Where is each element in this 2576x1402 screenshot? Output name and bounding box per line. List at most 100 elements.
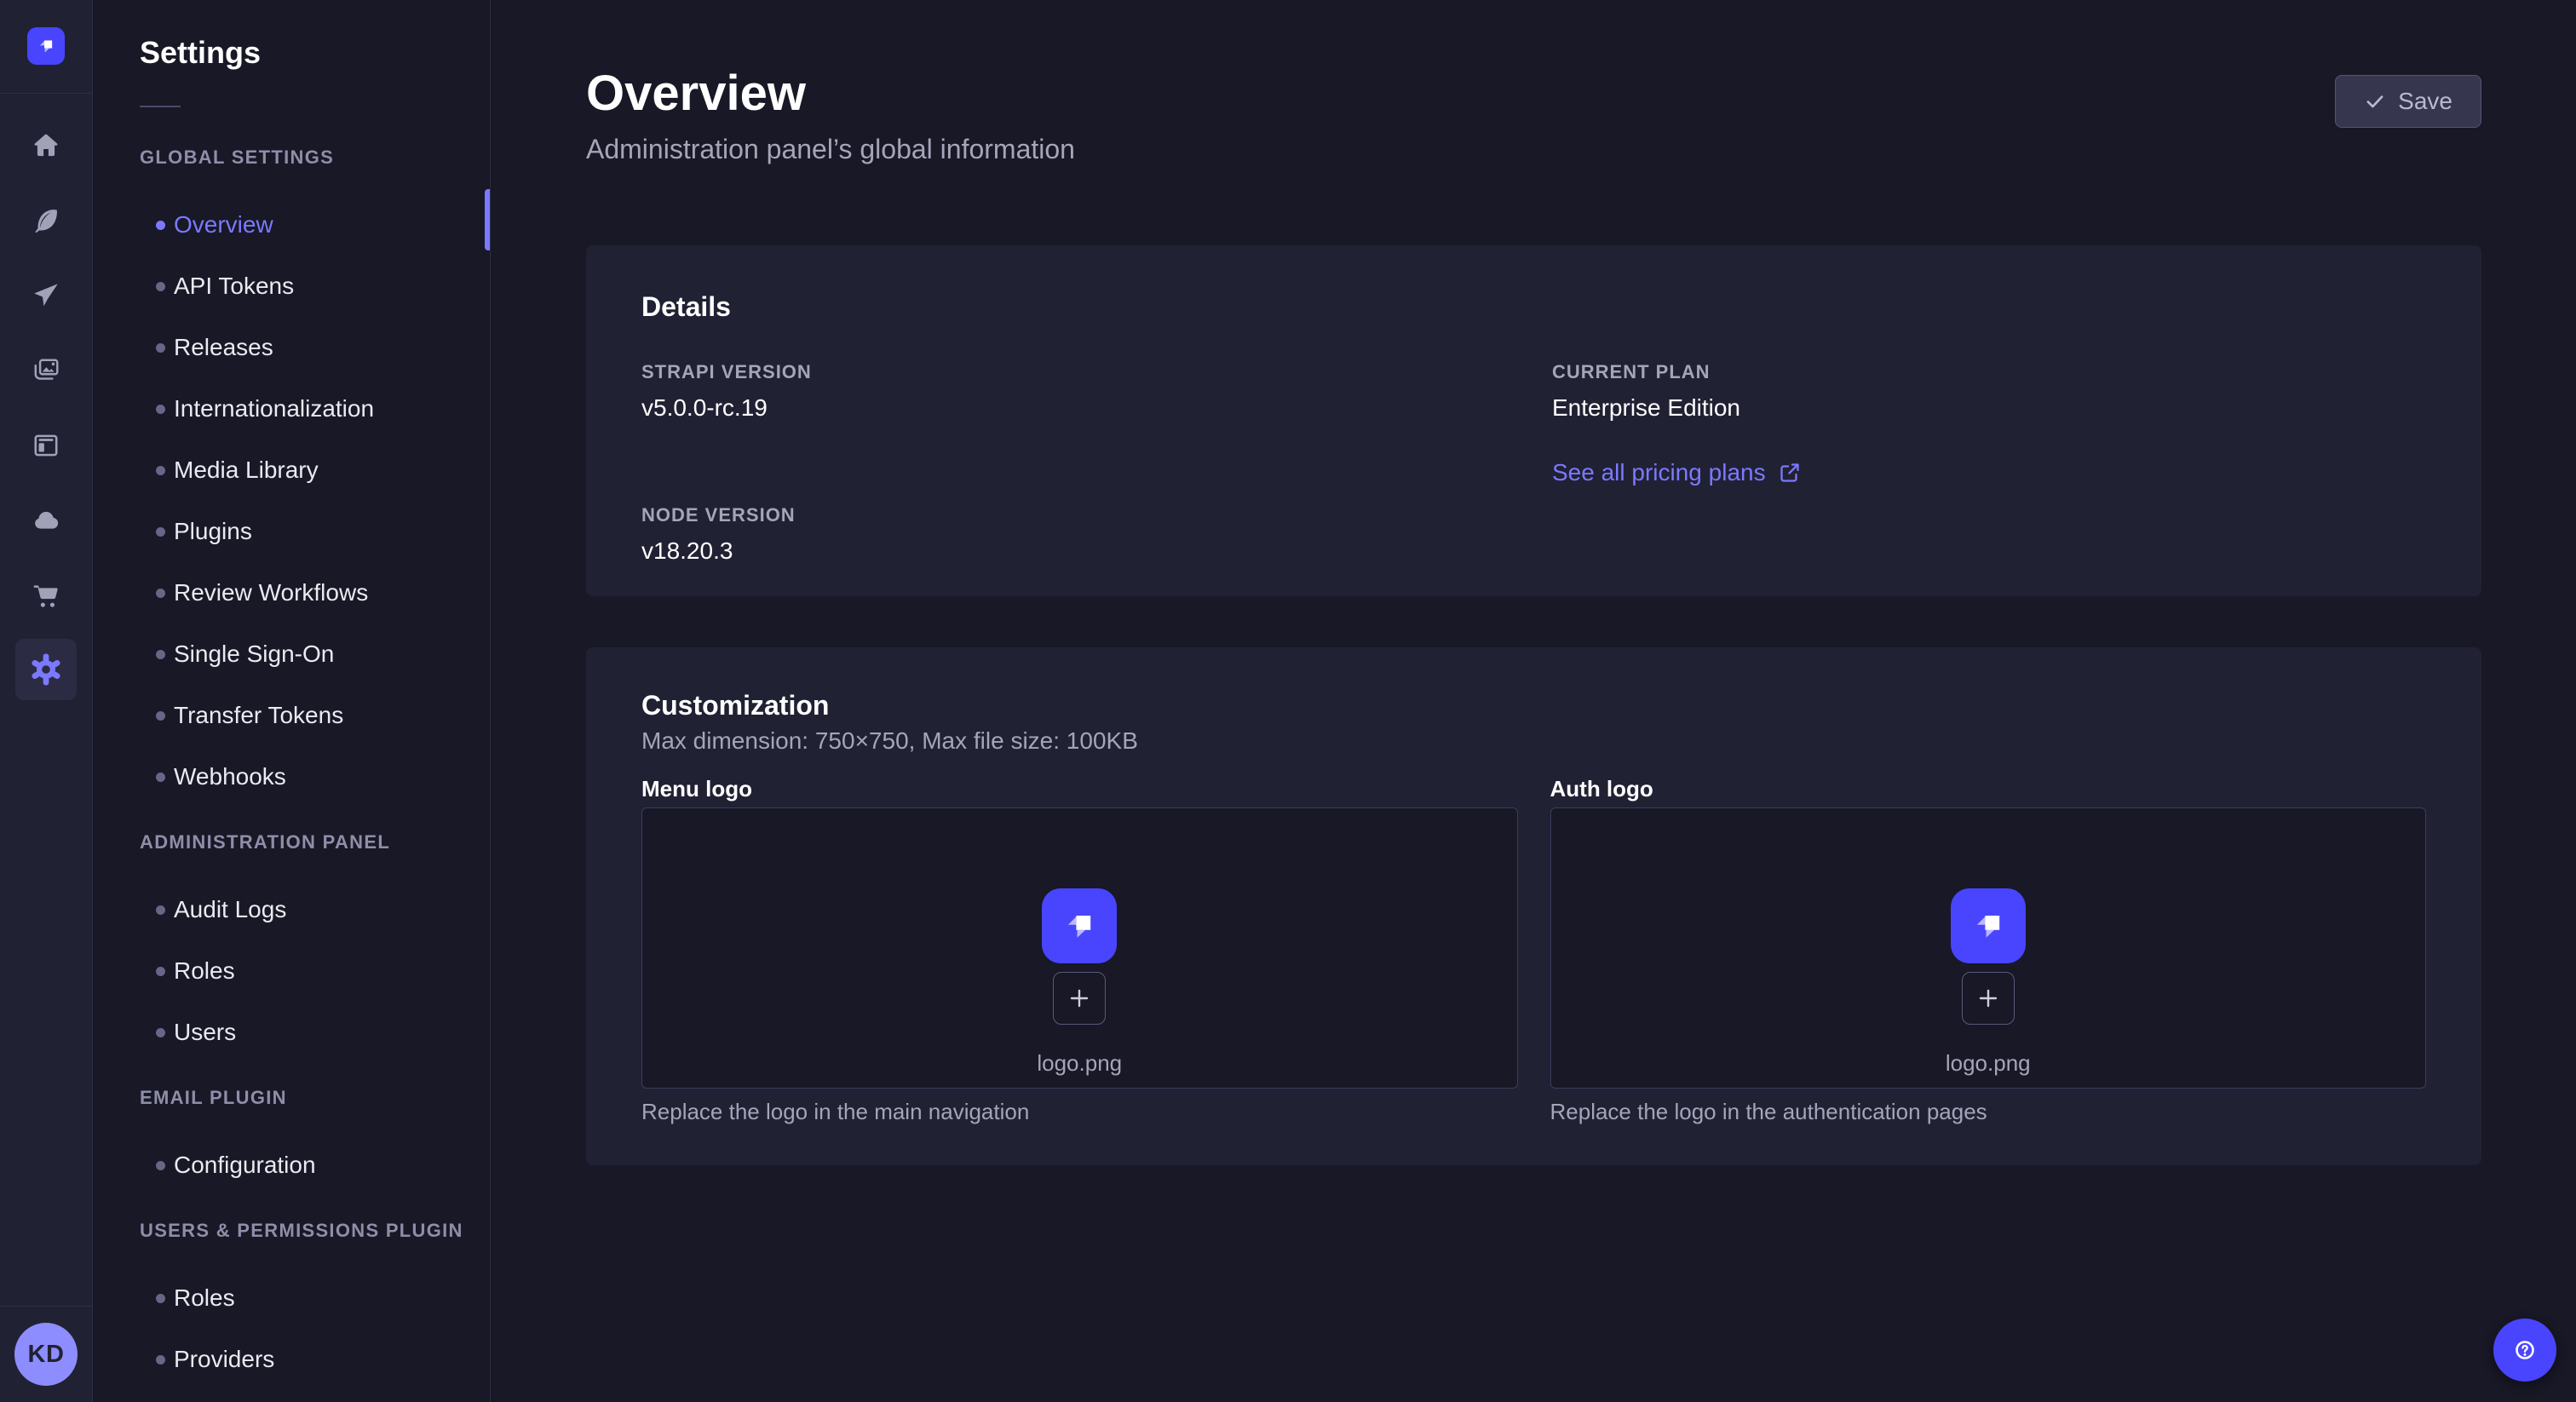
main-content: Overview Administration panel’s global i… xyxy=(492,0,2576,1402)
section-list-global-settings: Overview API Tokens Releases Internation… xyxy=(94,194,490,807)
details-card-title: Details xyxy=(641,290,2426,324)
node-version-field: NODE VERSION v18.20.3 xyxy=(641,504,1552,566)
feather-icon xyxy=(32,206,60,235)
cart-icon xyxy=(32,581,60,610)
section-list-email-plugin: Configuration xyxy=(94,1135,490,1196)
bullet-icon xyxy=(156,466,165,475)
strapi-version-field: STRAPI VERSION v5.0.0-rc.19 xyxy=(641,361,1552,487)
save-button[interactable]: Save xyxy=(2335,75,2481,128)
rail-divider xyxy=(0,93,92,94)
home-button[interactable] xyxy=(32,131,60,160)
bullet-icon xyxy=(156,221,165,230)
plus-icon xyxy=(1975,985,2001,1011)
subnav-item-media-library[interactable]: Media Library xyxy=(94,440,490,501)
menu-logo-field: Menu logo logo.png xyxy=(641,777,1518,1124)
bullet-icon xyxy=(156,773,165,782)
field-value: v18.20.3 xyxy=(641,537,1552,566)
subnav-item-audit-logs[interactable]: Audit Logs xyxy=(94,879,490,940)
help-button[interactable] xyxy=(2493,1319,2556,1382)
bullet-icon xyxy=(156,343,165,353)
menu-logo-label: Menu logo xyxy=(641,777,1518,801)
cloud-button[interactable] xyxy=(32,506,60,535)
section-header-email-plugin: EMAIL PLUGIN xyxy=(140,1087,490,1109)
subnav-item-transfer-tokens[interactable]: Transfer Tokens xyxy=(94,685,490,746)
images-icon xyxy=(32,356,60,385)
auth-logo-filename: logo.png xyxy=(1946,1050,2031,1076)
subnav-item-api-tokens[interactable]: API Tokens xyxy=(94,256,490,317)
marketplace-button[interactable] xyxy=(32,581,60,610)
bullet-icon xyxy=(156,1161,165,1170)
page-header: Overview Administration panel’s global i… xyxy=(492,0,2576,165)
subnav-item-webhooks[interactable]: Webhooks xyxy=(94,746,490,807)
page-subtitle: Administration panel’s global informatio… xyxy=(586,133,1075,165)
auth-logo-upload-box[interactable]: logo.png xyxy=(1550,807,2427,1089)
subnav-item-admin-roles[interactable]: Roles xyxy=(94,940,490,1002)
pricing-plans-link[interactable]: See all pricing plans xyxy=(1552,458,1802,487)
home-icon xyxy=(32,131,60,160)
customization-card: Customization Max dimension: 750×750, Ma… xyxy=(586,647,2481,1165)
bullet-icon xyxy=(156,589,165,598)
auth-logo-description: Replace the logo in the authentication p… xyxy=(1550,1099,2427,1124)
send-icon xyxy=(32,281,60,310)
bullet-icon xyxy=(156,650,165,659)
section-list-administration-panel: Audit Logs Roles Users xyxy=(94,879,490,1063)
bullet-icon xyxy=(156,1028,165,1037)
content-builder-button[interactable] xyxy=(32,206,60,235)
external-link-icon xyxy=(1778,461,1802,485)
customization-subtitle: Max dimension: 750×750, Max file size: 1… xyxy=(641,726,2426,756)
menu-logo-description: Replace the logo in the main navigation xyxy=(641,1099,1518,1124)
deploy-button[interactable] xyxy=(32,281,60,310)
field-value: v5.0.0-rc.19 xyxy=(641,394,1552,422)
strapi-logo-button[interactable] xyxy=(27,27,65,65)
subnav-item-internationalization[interactable]: Internationalization xyxy=(94,378,490,440)
field-label: STRAPI VERSION xyxy=(641,361,1552,383)
section-list-users-permissions-plugin: Roles Providers xyxy=(94,1267,490,1390)
subnav-item-single-sign-on[interactable]: Single Sign-On xyxy=(94,623,490,685)
bullet-icon xyxy=(156,905,165,915)
menu-logo-filename: logo.png xyxy=(1037,1050,1122,1076)
cloud-icon xyxy=(32,506,60,535)
bullet-icon xyxy=(156,282,165,291)
settings-subnav: Settings GLOBAL SETTINGS Overview API To… xyxy=(94,0,491,1402)
strapi-logo-icon xyxy=(35,35,57,57)
subnav-item-overview[interactable]: Overview xyxy=(94,194,490,256)
customization-card-title: Customization xyxy=(641,688,2426,722)
subnav-title-divider xyxy=(140,106,181,107)
bullet-icon xyxy=(156,527,165,537)
subnav-item-email-configuration[interactable]: Configuration xyxy=(94,1135,490,1196)
user-avatar[interactable]: KD xyxy=(14,1323,78,1386)
bullet-icon xyxy=(156,967,165,976)
section-header-users-permissions-plugin: USERS & PERMISSIONS PLUGIN xyxy=(140,1220,490,1242)
subnav-title: Settings xyxy=(140,34,490,72)
subnav-item-admin-users[interactable]: Users xyxy=(94,1002,490,1063)
subnav-item-releases[interactable]: Releases xyxy=(94,317,490,378)
field-label: NODE VERSION xyxy=(641,504,1552,526)
bullet-icon xyxy=(156,1294,165,1303)
add-auth-logo-button[interactable] xyxy=(1962,972,2015,1025)
auth-logo-label: Auth logo xyxy=(1550,777,2427,801)
subnav-item-up-roles[interactable]: Roles xyxy=(94,1267,490,1329)
menu-logo-upload-box[interactable]: logo.png xyxy=(641,807,1518,1089)
rail-footer: KD xyxy=(0,1306,92,1402)
layout-icon xyxy=(32,431,60,460)
bullet-icon xyxy=(156,711,165,721)
subnav-item-up-providers[interactable]: Providers xyxy=(94,1329,490,1390)
media-library-button[interactable] xyxy=(32,356,60,385)
current-plan-field: CURRENT PLAN Enterprise Edition See all … xyxy=(1552,361,2426,487)
nav-rail: KD xyxy=(0,0,93,1402)
field-label: CURRENT PLAN xyxy=(1552,361,2426,383)
section-header-administration-panel: ADMINISTRATION PANEL xyxy=(140,831,490,853)
auth-logo-preview xyxy=(1951,888,2026,963)
subnav-item-review-workflows[interactable]: Review Workflows xyxy=(94,562,490,623)
section-header-global-settings: GLOBAL SETTINGS xyxy=(140,147,490,169)
add-menu-logo-button[interactable] xyxy=(1053,972,1106,1025)
bullet-icon xyxy=(156,1355,165,1365)
plus-icon xyxy=(1067,985,1092,1011)
question-icon xyxy=(2510,1335,2540,1365)
page-title: Overview xyxy=(586,66,1075,121)
subnav-item-plugins[interactable]: Plugins xyxy=(94,501,490,562)
auth-logo-field: Auth logo logo.png xyxy=(1550,777,2427,1124)
settings-button[interactable] xyxy=(15,639,77,700)
menu-logo-preview xyxy=(1042,888,1117,963)
content-manager-button[interactable] xyxy=(32,431,60,460)
